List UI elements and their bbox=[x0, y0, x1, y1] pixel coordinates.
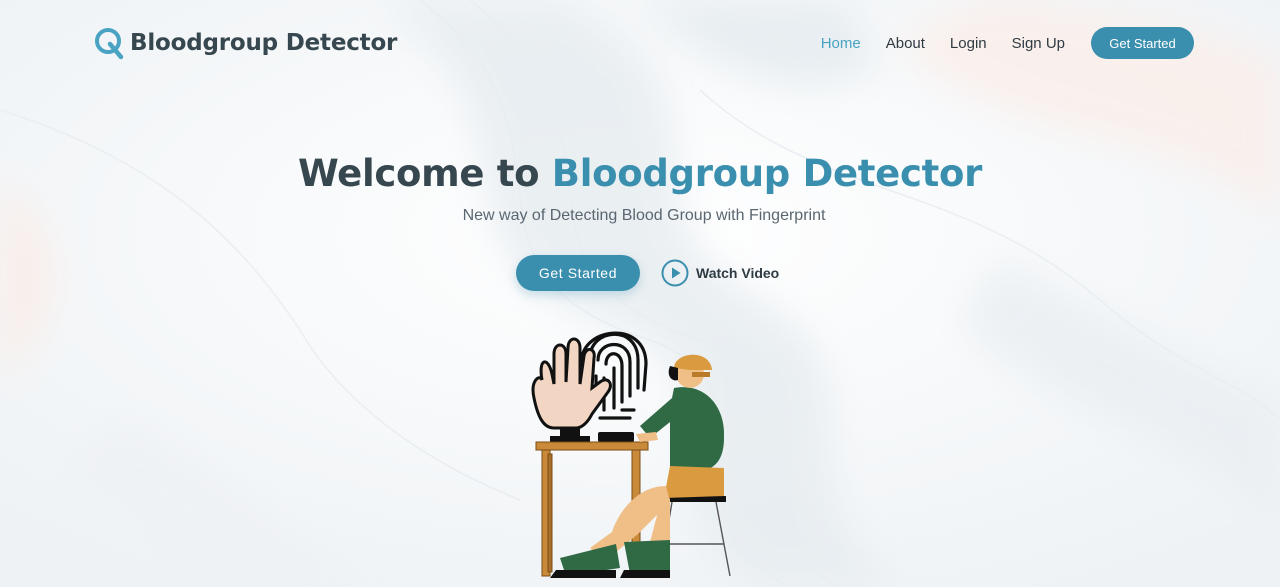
nav-home[interactable]: Home bbox=[821, 35, 861, 52]
watch-video-label: Watch Video bbox=[696, 265, 780, 281]
play-icon bbox=[661, 259, 689, 287]
hero-actions: Get Started Watch Video bbox=[516, 255, 779, 291]
hero-subtitle: New way of Detecting Blood Group with Fi… bbox=[462, 207, 826, 224]
nav-signup[interactable]: Sign Up bbox=[1012, 35, 1065, 52]
nav-login[interactable]: Login bbox=[950, 35, 987, 52]
keyboard-icon bbox=[598, 432, 634, 442]
hero-title: Welcome to Bloodgroup Detector bbox=[0, 152, 1280, 195]
hero-get-started-button[interactable]: Get Started bbox=[516, 255, 640, 291]
hero-title-prefix: Welcome to bbox=[297, 152, 552, 195]
site-header: Bloodgroup Detector Home About Login Sig… bbox=[0, 0, 1280, 86]
fingerprint-scanner-illustration bbox=[520, 318, 735, 580]
brand-logo[interactable]: Bloodgroup Detector bbox=[94, 26, 397, 60]
main-nav: Home About Login Sign Up Get Started bbox=[821, 26, 1194, 60]
hero-title-accent: Bloodgroup Detector bbox=[551, 152, 983, 195]
header-get-started-button[interactable]: Get Started bbox=[1091, 27, 1194, 59]
watch-video-link[interactable]: Watch Video bbox=[661, 259, 779, 287]
stool-icon bbox=[659, 496, 731, 577]
brand-name: Bloodgroup Detector bbox=[130, 30, 398, 56]
logo-q-icon bbox=[95, 28, 124, 60]
nav-about[interactable]: About bbox=[886, 35, 925, 52]
